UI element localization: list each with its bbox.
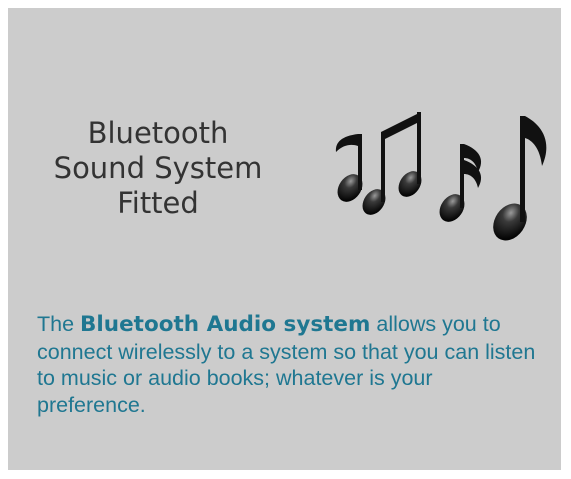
heading: Bluetooth Sound System Fitted: [38, 116, 278, 221]
description: The Bluetooth Audio system allows you to…: [37, 311, 542, 418]
description-emphasis: Bluetooth Audio system: [80, 312, 371, 337]
heading-line-2: Sound System: [53, 151, 263, 185]
heading-line-1: Bluetooth: [87, 116, 229, 150]
info-panel: Bluetooth Sound System Fitted The Blueto…: [8, 8, 561, 470]
heading-line-3: Fitted: [117, 186, 199, 220]
description-intro: The: [37, 312, 81, 336]
note-2: [362, 112, 422, 215]
music-notes-icon: [335, 112, 547, 241]
note-3: [439, 144, 482, 222]
note-1: [335, 134, 363, 202]
note-4: [493, 116, 547, 241]
